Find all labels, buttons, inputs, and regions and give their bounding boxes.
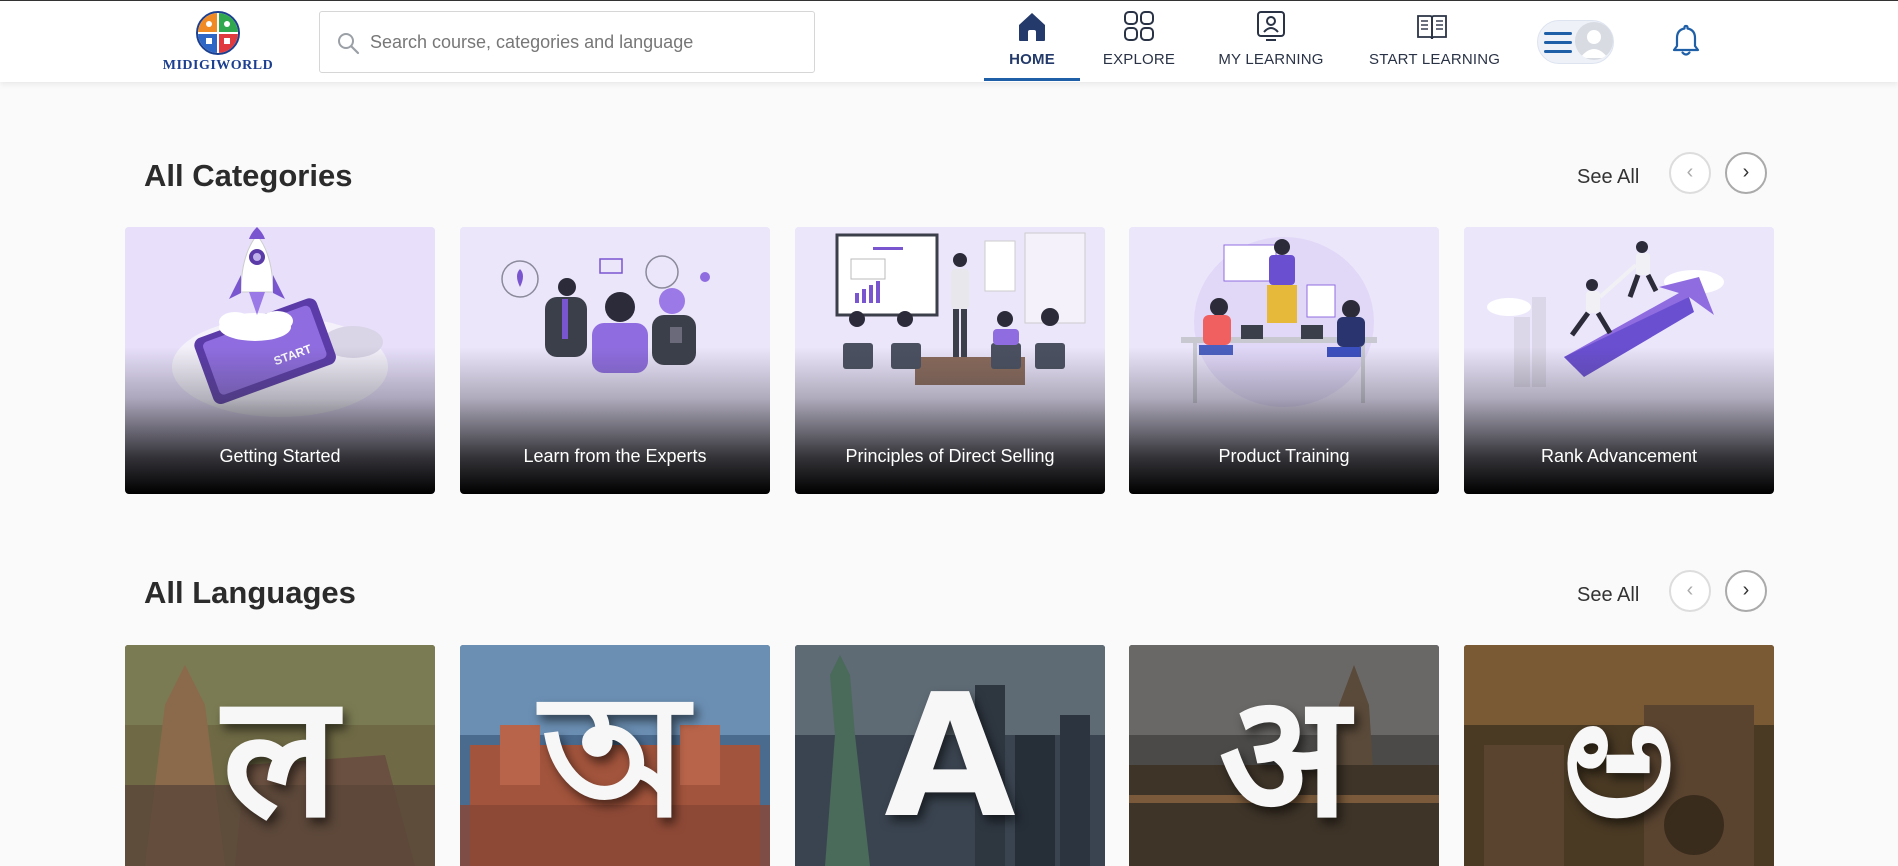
nav-start-learning[interactable]: START LEARNING [1369, 9, 1501, 81]
nav-my-learning-label: MY LEARNING [1218, 51, 1324, 68]
card-shade [125, 347, 435, 494]
category-card-label: Principles of Direct Selling [845, 446, 1055, 466]
language-card[interactable]: अ [1129, 645, 1439, 866]
language-glyph: ल [222, 658, 338, 856]
search-icon [338, 33, 360, 55]
midigiworld-logo[interactable]: MIDIGIWORLD [160, 11, 276, 75]
card-shade [460, 347, 770, 494]
logo-text: MIDIGIWORLD [162, 58, 274, 73]
language-card[interactable]: ल [125, 645, 435, 866]
search-input[interactable] [370, 12, 800, 72]
card-shade [1464, 347, 1774, 494]
language-card[interactable]: ಅ [1464, 645, 1774, 866]
languages-title: All Languages [144, 575, 356, 610]
category-card-label: Rank Advancement [1540, 446, 1698, 466]
nav-explore-label: EXPLORE [1102, 51, 1176, 68]
nav-home[interactable]: HOME [984, 9, 1080, 81]
grid-icon [1124, 11, 1154, 41]
categories-see-all-link[interactable]: See All [1577, 166, 1639, 189]
card-shade [1129, 347, 1439, 494]
category-card-learn-from-experts[interactable]: Learn from the Experts [460, 227, 770, 494]
category-card-label: Getting Started [219, 446, 341, 466]
nav-home-label: HOME [1009, 51, 1055, 68]
nav-my-learning[interactable]: MY LEARNING [1218, 9, 1324, 81]
nav-active-indicator [984, 78, 1080, 81]
category-card-product-training[interactable]: Product Training [1129, 227, 1439, 494]
book-icon [1417, 15, 1447, 40]
category-card-label: Product Training [1218, 446, 1350, 466]
category-card-rank-advancement[interactable]: Rank Advancement [1464, 227, 1774, 494]
category-card-label: Learn from the Experts [523, 446, 707, 466]
nav-explore[interactable]: EXPLORE [1099, 9, 1179, 81]
language-card[interactable]: A [795, 645, 1105, 866]
card-shade [795, 347, 1105, 494]
home-icon [1019, 13, 1045, 41]
language-glyph: A [884, 658, 1016, 856]
categories-next-button[interactable]: › [1725, 152, 1767, 194]
languages-next-button[interactable]: › [1725, 570, 1767, 612]
avatar[interactable] [1575, 22, 1613, 60]
nav-start-learning-label: START LEARNING [1369, 51, 1501, 68]
search-box[interactable] [319, 11, 815, 73]
categories-title: All Categories [144, 158, 353, 193]
notification-bell-icon[interactable] [1671, 23, 1701, 57]
user-avatar-icon [1580, 30, 1608, 58]
categories-prev-button[interactable]: ‹ [1669, 152, 1711, 194]
category-card-getting-started[interactable]: START Getting Started [125, 227, 435, 494]
hamburger-menu-icon[interactable] [1544, 32, 1572, 54]
language-glyph: ಅ [1562, 658, 1676, 856]
category-card-principles-direct-selling[interactable]: Principles of Direct Selling [795, 227, 1105, 494]
language-glyph: অ [541, 658, 689, 856]
language-glyph: अ [1219, 658, 1349, 856]
language-card[interactable]: অ [460, 645, 770, 866]
top-header: MIDIGIWORLD HOME EXPLORE MY LEAR [0, 0, 1898, 82]
monitor-user-icon [1257, 11, 1285, 41]
languages-see-all-link[interactable]: See All [1577, 584, 1639, 607]
languages-prev-button[interactable]: ‹ [1669, 570, 1711, 612]
globe-logo-icon [196, 11, 240, 55]
